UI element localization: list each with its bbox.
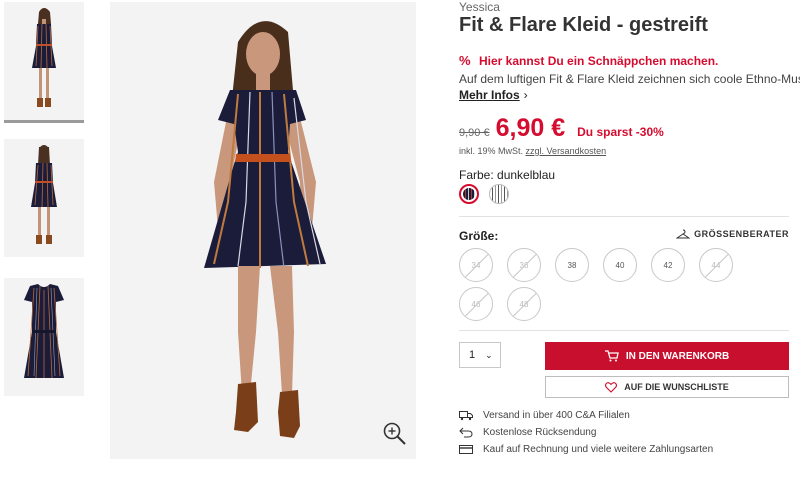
more-info-label: Mehr Infos bbox=[459, 88, 520, 102]
size-option[interactable]: 36 bbox=[507, 248, 541, 282]
add-to-cart-button[interactable]: IN DEN WARENKORB bbox=[545, 342, 789, 370]
credit-card-icon bbox=[459, 444, 473, 455]
divider bbox=[459, 330, 789, 331]
chevron-right-icon: › bbox=[523, 88, 528, 102]
tax-note: inkl. 19% MwSt. zzgl. Versandkosten bbox=[459, 146, 606, 156]
price-row: 9,90 € 6,90 € Du sparst -30% bbox=[459, 114, 664, 143]
size-option[interactable]: 44 bbox=[699, 248, 733, 282]
dress-flat-image bbox=[4, 278, 84, 396]
feature-item: Kostenlose Rücksendung bbox=[459, 427, 596, 438]
savings-text: Du sparst -30% bbox=[577, 125, 664, 139]
size-option[interactable]: 48 bbox=[507, 287, 541, 321]
return-icon bbox=[459, 427, 473, 438]
brand-name: Yessica bbox=[459, 0, 500, 14]
truck-icon bbox=[459, 410, 473, 421]
deal-text: Hier kannst Du ein Schnäppchen machen. bbox=[479, 53, 719, 68]
old-price: 9,90 € bbox=[459, 127, 490, 139]
percent-icon: % bbox=[459, 53, 471, 68]
size-label: Größe: bbox=[459, 229, 499, 243]
current-price: 6,90 € bbox=[495, 114, 566, 142]
wishlist-button[interactable]: AUF DIE WUNSCHLISTE bbox=[545, 376, 789, 398]
color-swatch-dunkelblau[interactable] bbox=[459, 184, 479, 204]
size-option[interactable]: 40 bbox=[603, 248, 637, 282]
zoom-icon[interactable] bbox=[382, 421, 408, 447]
quantity-select[interactable]: 1 ⌄ bbox=[459, 342, 501, 368]
deal-banner: % Hier kannst Du ein Schnäppchen machen. bbox=[459, 53, 718, 68]
quantity-value: 1 bbox=[469, 349, 476, 361]
chevron-down-icon: ⌄ bbox=[485, 349, 493, 360]
model-back-image bbox=[4, 139, 84, 257]
main-product-image[interactable] bbox=[110, 2, 416, 459]
color-swatch-white-striped[interactable] bbox=[489, 184, 509, 204]
size-option[interactable]: 34 bbox=[459, 248, 493, 282]
add-to-cart-label: IN DEN WARENKORB bbox=[625, 350, 730, 362]
feature-text: Kostenlose Rücksendung bbox=[483, 427, 597, 438]
cart-icon bbox=[604, 350, 619, 362]
size-option[interactable]: 46 bbox=[459, 287, 493, 321]
heart-icon bbox=[605, 381, 618, 393]
model-main-image bbox=[110, 2, 416, 459]
wishlist-label: AUF DIE WUNSCHLISTE bbox=[624, 382, 729, 392]
thumbnail-front[interactable] bbox=[4, 2, 84, 123]
more-info-link[interactable]: Mehr Infos › bbox=[459, 88, 528, 102]
feature-item: Versand in über 400 C&A Filialen bbox=[459, 410, 630, 421]
tax-text: inkl. 19% MwSt. bbox=[459, 146, 524, 156]
size-advisor-link[interactable]: GRÖSSENBERATER bbox=[676, 229, 789, 239]
product-title: Fit & Flare Kleid - gestreift bbox=[459, 14, 708, 36]
product-description: Auf dem luftigen Fit & Flare Kleid zeich… bbox=[459, 72, 800, 86]
size-option[interactable]: 42 bbox=[651, 248, 685, 282]
shipping-costs-link[interactable]: zzgl. Versandkosten bbox=[526, 146, 607, 156]
thumbnail-back[interactable] bbox=[4, 139, 84, 257]
hanger-icon bbox=[676, 229, 691, 239]
thumbnail-flat[interactable] bbox=[4, 278, 84, 396]
size-advisor-label: GRÖSSENBERATER bbox=[694, 229, 789, 239]
feature-text: Versand in über 400 C&A Filialen bbox=[483, 410, 630, 421]
feature-item: Kauf auf Rechnung und viele weitere Zahl… bbox=[459, 444, 713, 455]
color-label: Farbe: dunkelblau bbox=[459, 168, 556, 182]
feature-text: Kauf auf Rechnung und viele weitere Zahl… bbox=[483, 444, 714, 455]
divider bbox=[459, 216, 789, 217]
size-option[interactable]: 38 bbox=[555, 248, 589, 282]
model-front-image bbox=[4, 2, 84, 120]
